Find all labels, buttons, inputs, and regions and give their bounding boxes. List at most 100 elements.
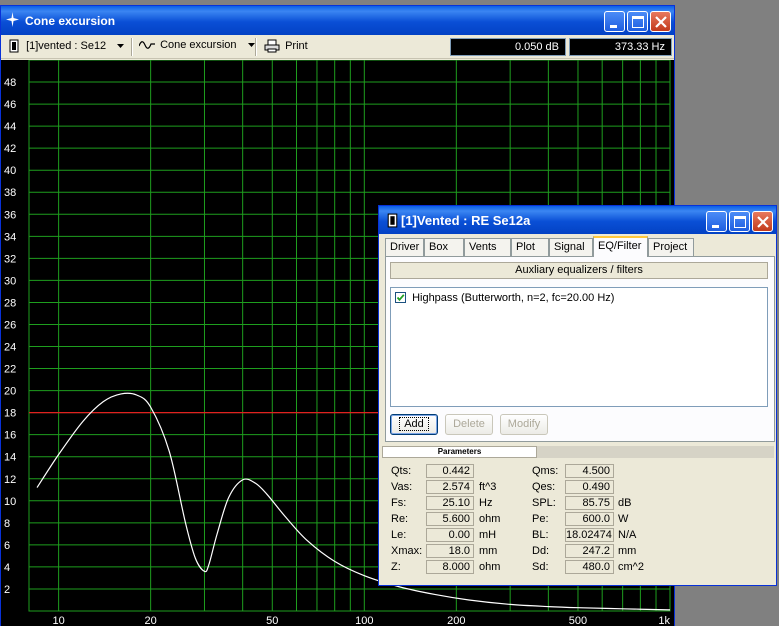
close-button[interactable] <box>650 11 671 32</box>
y-tick-label: 12 <box>4 474 16 486</box>
y-tick-label: 18 <box>4 408 16 420</box>
y-tick-label: 42 <box>4 143 16 155</box>
parameter-label: Qes: <box>532 481 556 493</box>
app-star-icon <box>6 12 19 27</box>
print-label: Print <box>285 40 308 52</box>
parameter-value: 4.500 <box>565 464 614 478</box>
modify-label: Modify <box>507 418 541 430</box>
parameter-label: Fs: <box>391 497 407 509</box>
y-tick-label: 20 <box>4 386 16 398</box>
parameter-unit: cm^2 <box>618 561 644 573</box>
parameter-unit: mm <box>618 545 637 557</box>
parameter-value: 480.0 <box>565 560 614 574</box>
toolbar: [1]vented : Se12 Cone excursion Print 0.… <box>1 35 674 59</box>
main-titlebar[interactable]: Cone excursion <box>1 6 674 35</box>
y-tick-label: 38 <box>4 187 16 199</box>
y-tick-label: 32 <box>4 253 16 265</box>
list-item[interactable]: Highpass (Butterworth, n=2, fc=20.00 Hz) <box>395 292 614 304</box>
driver-icon <box>387 213 398 228</box>
minimize-button[interactable] <box>604 11 625 32</box>
tab-eq-filter[interactable]: EQ/Filter <box>593 236 648 257</box>
parameter-value: 18.02474 <box>565 528 614 542</box>
y-tick-label: 14 <box>4 452 16 464</box>
close-icon <box>655 16 667 28</box>
tab-project[interactable]: Project <box>648 238 694 256</box>
x-tick-label: 100 <box>355 615 373 626</box>
modify-button[interactable]: Modify <box>500 414 548 435</box>
parameter-unit: ft^3 <box>479 481 497 493</box>
parameter-row: BL: 18.02474 N/A <box>532 528 722 542</box>
parameter-label: Pe: <box>532 513 549 525</box>
chevron-down-icon <box>117 44 125 48</box>
tab-vents[interactable]: Vents <box>464 238 511 256</box>
parameter-value: 2.574 <box>426 480 474 494</box>
parameters-header: Parameters <box>382 446 774 458</box>
parameter-value: 18.0 <box>426 544 474 558</box>
toolbar-separator <box>255 38 257 56</box>
y-tick-label: 30 <box>4 275 16 287</box>
filter-list[interactable]: Highpass (Butterworth, n=2, fc=20.00 Hz) <box>390 287 768 407</box>
parameter-label: Z: <box>391 561 401 573</box>
dialog-minimize-button[interactable] <box>706 211 727 232</box>
parameter-unit: N/A <box>618 529 637 541</box>
dialog-title: [1]Vented : RE Se12a <box>401 213 531 228</box>
minimize-icon <box>712 225 719 228</box>
parameter-value: 0.490 <box>565 480 614 494</box>
printer-icon <box>264 39 280 53</box>
driver-select[interactable]: [1]vented : Se12 <box>9 39 125 55</box>
parameter-value: 247.2 <box>565 544 614 558</box>
parameter-row: Qms: 4.500 <box>532 464 722 478</box>
y-tick-label: 28 <box>4 297 16 309</box>
parameter-value: 8.000 <box>426 560 474 574</box>
tab-signal[interactable]: Signal <box>549 238 593 256</box>
y-tick-label: 4 <box>4 562 10 574</box>
driver-select-value: [1]vented : Se12 <box>26 40 107 52</box>
tab-driver[interactable]: Driver <box>385 238 424 256</box>
hz-readout: 373.33 Hz <box>569 38 672 56</box>
parameter-value: 5.600 <box>426 512 474 526</box>
parameter-label: Qms: <box>532 465 559 477</box>
parameter-value: 0.442 <box>426 464 474 478</box>
y-tick-label: 2 <box>4 584 10 596</box>
parameter-label: Dd: <box>532 545 550 557</box>
parameter-label: Xmax: <box>391 545 423 557</box>
parameter-label: Vas: <box>391 481 413 493</box>
x-tick-label: 1k <box>658 615 670 626</box>
parameter-row: Qes: 0.490 <box>532 480 722 494</box>
x-tick-label: 20 <box>145 615 157 626</box>
checkmark-icon <box>396 294 405 302</box>
tab-box[interactable]: Box <box>424 238 464 256</box>
y-tick-label: 22 <box>4 364 16 376</box>
y-tick-label: 6 <box>4 540 10 552</box>
minimize-icon <box>610 25 617 28</box>
delete-button[interactable]: Delete <box>445 414 493 435</box>
add-button[interactable]: Add <box>390 414 438 435</box>
y-tick-label: 46 <box>4 99 16 111</box>
dialog-close-button[interactable] <box>752 211 773 232</box>
toolbar-separator <box>131 38 133 56</box>
parameters-tab[interactable]: Parameters <box>382 446 537 458</box>
add-label: Add <box>399 417 429 431</box>
db-readout: 0.050 dB <box>450 38 566 56</box>
maximize-icon <box>632 16 644 28</box>
parameter-value: 600.0 <box>565 512 614 526</box>
maximize-icon <box>734 216 746 228</box>
parameter-label: Le: <box>391 529 407 541</box>
filter-checkbox[interactable] <box>395 292 406 303</box>
y-tick-label: 44 <box>4 121 16 133</box>
y-tick-label: 40 <box>4 165 16 177</box>
tab-plot[interactable]: Plot <box>511 238 549 256</box>
graph-select[interactable]: Cone excursion <box>138 39 255 55</box>
x-tick-label: 200 <box>447 615 465 626</box>
parameter-row: Dd: 247.2 mm <box>532 544 722 558</box>
parameter-label: SPL: <box>532 497 556 509</box>
print-button[interactable]: Print <box>264 39 308 55</box>
waveform-icon <box>138 41 155 49</box>
dialog-titlebar[interactable]: [1]Vented : RE Se12a <box>379 206 776 234</box>
maximize-button[interactable] <box>627 11 648 32</box>
dialog-maximize-button[interactable] <box>729 211 750 232</box>
equalizers-group-header: Auxliary equalizers / filters <box>390 262 768 279</box>
filter-label: Highpass (Butterworth, n=2, fc=20.00 Hz) <box>412 292 615 304</box>
driver-icon <box>9 39 19 53</box>
parameter-label: Re: <box>391 513 409 525</box>
